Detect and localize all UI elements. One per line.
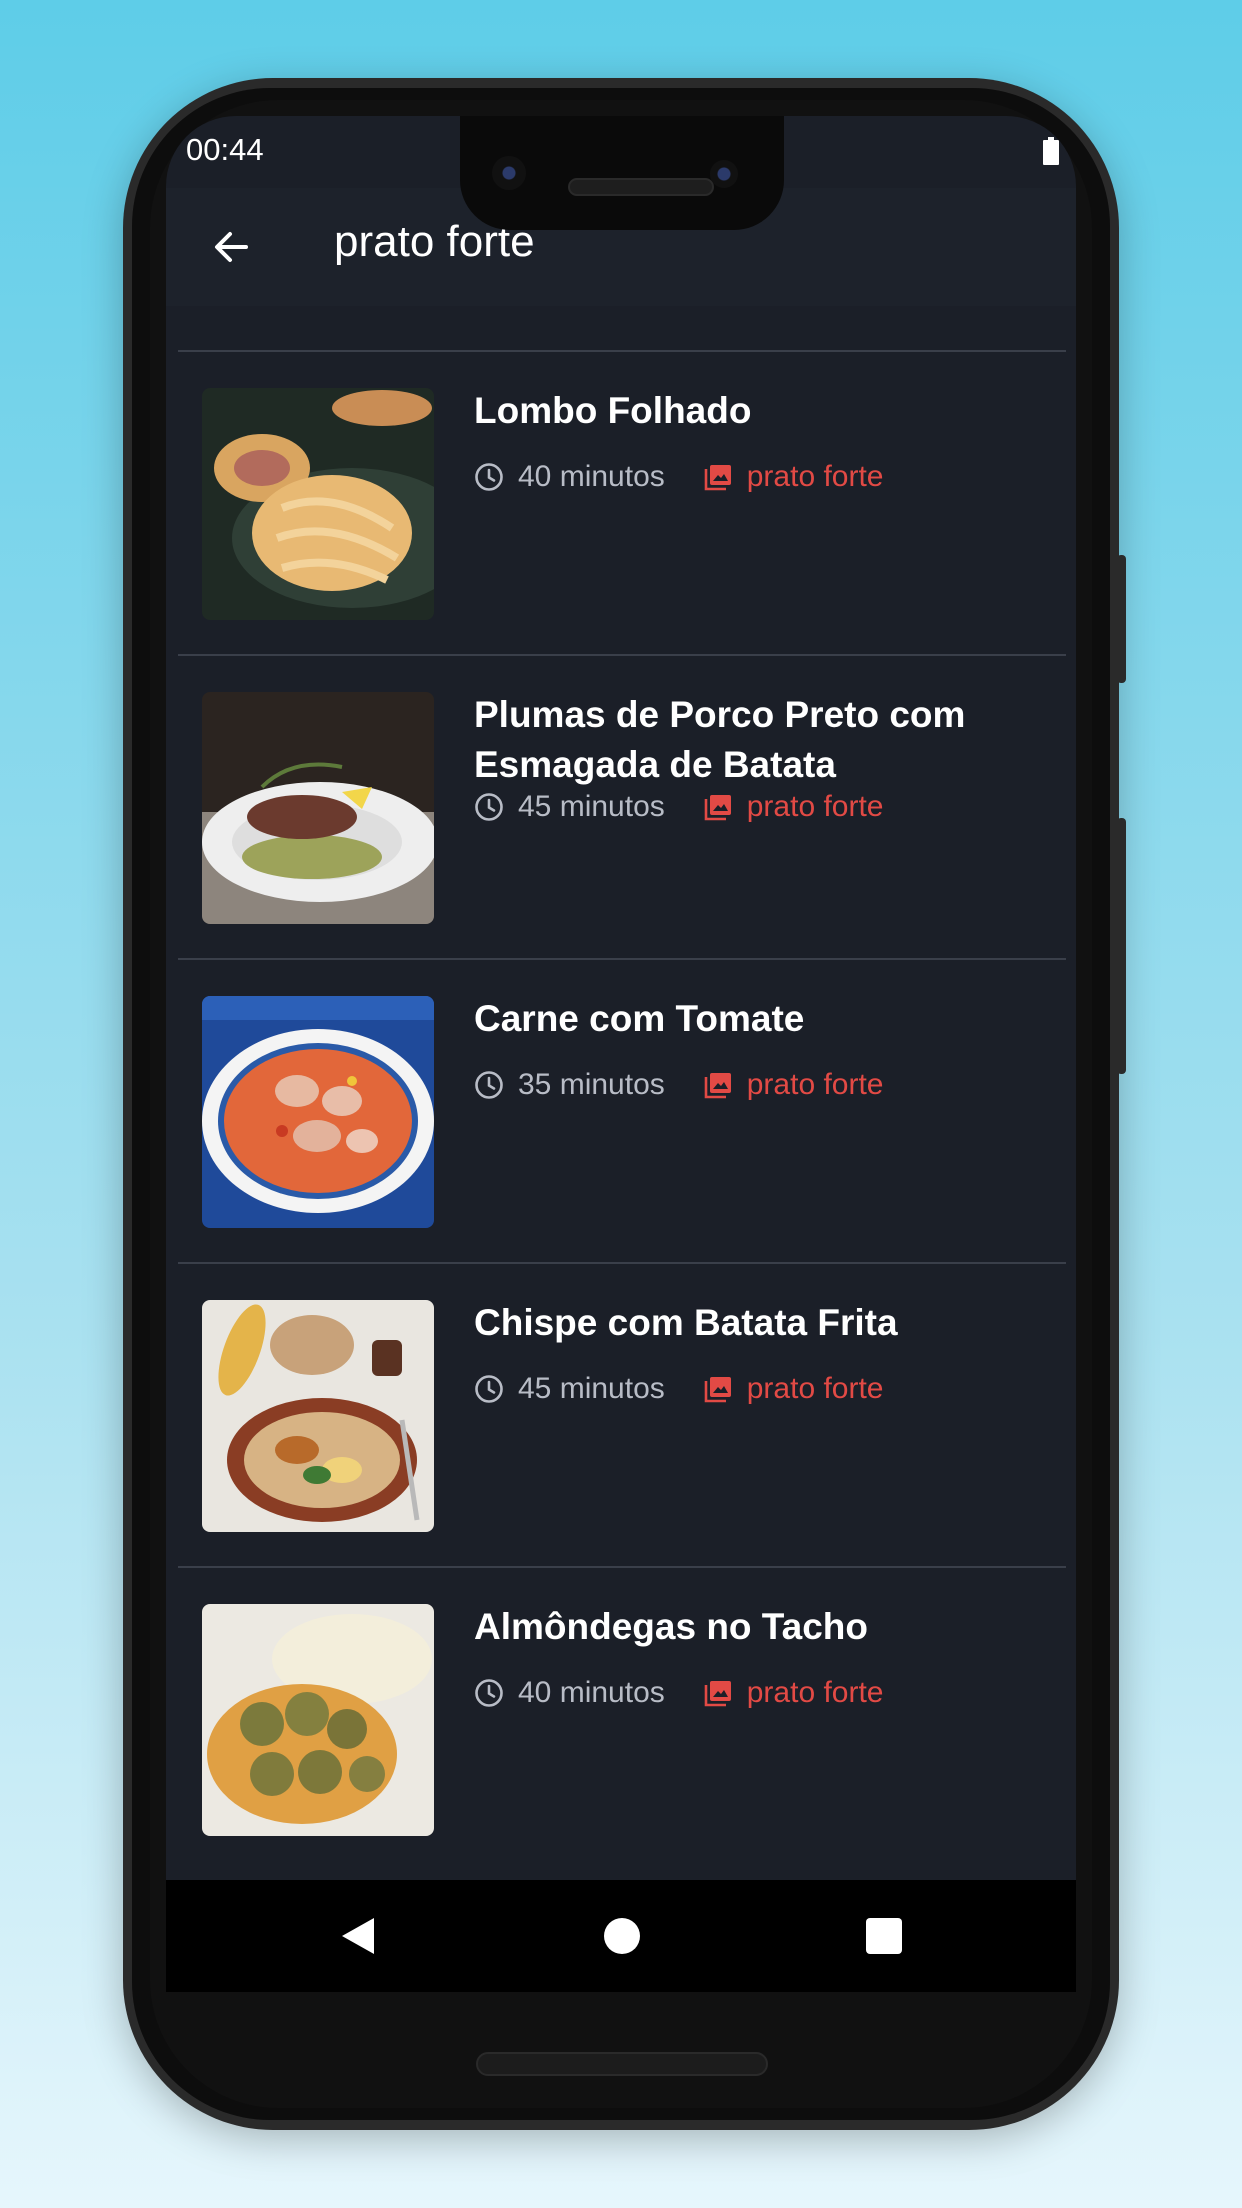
gallery-icon bbox=[704, 465, 731, 491]
recipe-meta: 45 minutos prato forte bbox=[474, 790, 884, 824]
gallery-icon bbox=[704, 795, 731, 821]
recipe-thumbnail bbox=[202, 1604, 434, 1836]
camera-notch bbox=[460, 116, 784, 230]
clock-icon bbox=[475, 463, 503, 491]
clock-icon bbox=[475, 793, 503, 821]
recipe-time: 40 minutos bbox=[518, 460, 665, 493]
earpiece-speaker bbox=[568, 178, 714, 196]
recipe-thumbnail bbox=[202, 996, 434, 1228]
recipe-title: Plumas de Porco Preto com Esmagada de Ba… bbox=[474, 694, 966, 785]
recipe-thumbnail bbox=[202, 388, 434, 620]
status-time: 00:44 bbox=[186, 132, 264, 167]
power-button bbox=[1117, 555, 1126, 683]
bottom-speaker bbox=[476, 2052, 768, 2076]
recipe-title: Chispe com Batata Frita bbox=[474, 1302, 898, 1343]
nav-home-icon[interactable] bbox=[604, 1918, 640, 1954]
recipe-item[interactable]: Lombo Folhado 40 minutos prato forte bbox=[178, 350, 1066, 654]
front-camera-icon bbox=[492, 156, 526, 190]
clock-icon bbox=[475, 1071, 503, 1099]
category-tag[interactable]: prato forte bbox=[703, 790, 884, 824]
recipe-thumbnail bbox=[202, 692, 434, 924]
recipe-time: 40 minutos bbox=[518, 1676, 665, 1709]
recipe-meta: 35 minutos prato forte bbox=[474, 1068, 884, 1102]
battery-icon bbox=[1043, 137, 1059, 165]
gallery-icon bbox=[704, 1377, 731, 1403]
recipe-meta: 45 minutos prato forte bbox=[474, 1372, 884, 1406]
system-nav-bar bbox=[166, 1880, 1076, 1992]
gallery-icon bbox=[704, 1681, 731, 1707]
nav-recents-icon[interactable] bbox=[866, 1918, 902, 1954]
recipe-time: 45 minutos bbox=[518, 1372, 665, 1405]
screen: 00:44 prato forte Lombo Folhado 40 minut… bbox=[166, 116, 1076, 1992]
recipe-category: prato forte bbox=[746, 460, 884, 493]
clock-icon bbox=[475, 1679, 503, 1707]
recipe-title: Lombo Folhado bbox=[474, 390, 752, 431]
secondary-camera-icon bbox=[710, 160, 738, 188]
volume-button bbox=[1117, 818, 1126, 1074]
recipe-item[interactable]: Carne com Tomate 35 minutos prato forte bbox=[178, 958, 1066, 1262]
category-tag[interactable]: prato forte bbox=[703, 460, 884, 494]
clock-icon bbox=[475, 1375, 503, 1403]
recipe-time: 45 minutos bbox=[518, 790, 665, 823]
recipe-category: prato forte bbox=[746, 1676, 884, 1709]
recipe-meta: 40 minutos prato forte bbox=[474, 460, 884, 494]
recipe-category: prato forte bbox=[746, 1372, 884, 1405]
gallery-icon bbox=[704, 1073, 731, 1099]
recipe-item[interactable]: Plumas de Porco Preto com Esmagada de Ba… bbox=[178, 654, 1066, 958]
recipe-title: Carne com Tomate bbox=[474, 998, 805, 1039]
recipe-item[interactable]: Almôndegas no Tacho 40 minutos prato for… bbox=[178, 1566, 1066, 1870]
back-arrow-icon[interactable] bbox=[208, 224, 254, 270]
recipe-meta: 40 minutos prato forte bbox=[474, 1676, 884, 1710]
recipe-time: 35 minutos bbox=[518, 1068, 665, 1101]
category-tag[interactable]: prato forte bbox=[703, 1372, 884, 1406]
category-tag[interactable]: prato forte bbox=[703, 1068, 884, 1102]
nav-back-icon[interactable] bbox=[340, 1916, 376, 1956]
recipe-item[interactable]: Chispe com Batata Frita 45 minutos prato… bbox=[178, 1262, 1066, 1566]
recipe-category: prato forte bbox=[746, 790, 884, 823]
recipe-title: Almôndegas no Tacho bbox=[474, 1606, 869, 1647]
category-tag[interactable]: prato forte bbox=[703, 1676, 884, 1710]
recipe-thumbnail bbox=[202, 1300, 434, 1532]
recipe-list: Lombo Folhado 40 minutos prato forte Plu… bbox=[178, 350, 1066, 1870]
recipe-category: prato forte bbox=[746, 1068, 884, 1101]
